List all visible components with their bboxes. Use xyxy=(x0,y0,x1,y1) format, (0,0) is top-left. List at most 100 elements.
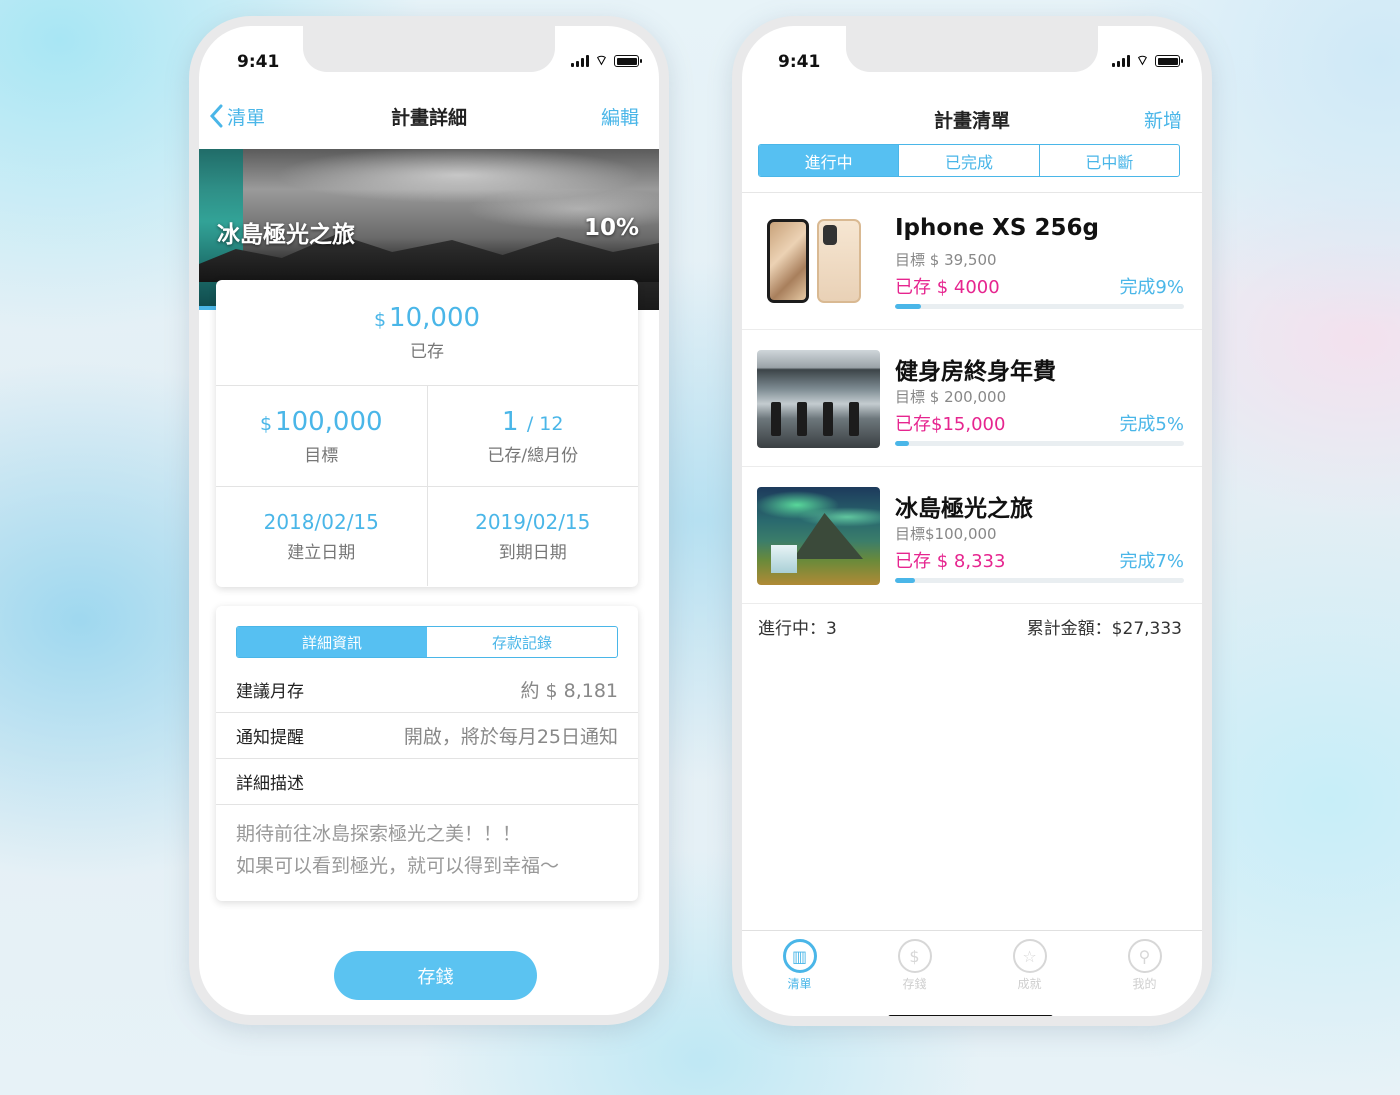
row-suggested-monthly: 建議月存 約 $ 8,181 xyxy=(216,667,638,713)
months-stat: 1 / 12 已存/總月份 xyxy=(426,386,639,486)
plan-progress-bar xyxy=(895,578,1184,583)
bike-shape xyxy=(797,402,807,436)
row-description: 詳細描述 xyxy=(216,759,638,805)
target-stat: $100,000 目標 xyxy=(216,386,427,486)
phone-back xyxy=(817,219,861,303)
status-segmented-control: 進行中 已完成 已中斷 xyxy=(758,144,1180,177)
created-label: 建立日期 xyxy=(287,543,356,563)
row-key: 建議月存 xyxy=(236,682,304,702)
target-currency: $ xyxy=(259,412,273,435)
tabbar-item-achievement[interactable]: ☆ 成就 xyxy=(972,931,1087,1006)
mountain-shape xyxy=(793,513,863,559)
detail-segmented-control: 詳細資訊 存款記錄 xyxy=(236,626,618,658)
due-stat: 2019/02/15 到期日期 xyxy=(426,487,639,586)
tabbar-item-save[interactable]: $ 存錢 xyxy=(857,931,972,1006)
summary-bar: 進行中：3 累計金額：$27,333 xyxy=(758,614,1182,639)
due-label: 到期日期 xyxy=(498,543,567,563)
tab-completed[interactable]: 已完成 xyxy=(898,145,1038,176)
bike-shape xyxy=(771,402,781,436)
description-text: 期待前往冰島探索極光之美！！！ 如果可以看到極光，就可以得到幸福～ xyxy=(236,818,559,882)
status-icons: ⌔ xyxy=(570,53,642,69)
tab-detail-info[interactable]: 詳細資訊 xyxy=(237,627,427,657)
save-money-button[interactable]: 存錢 xyxy=(334,951,537,1000)
tab-bar: ▥ 清單 $ 存錢 ☆ 成就 ⚲ 我的 xyxy=(742,930,1202,1006)
chevron-left-icon xyxy=(209,104,223,128)
plan-item-iphone[interactable]: Iphone XS 256g 目標 $ 39,500 已存 $ 4000 完成9… xyxy=(742,193,1202,330)
notch xyxy=(846,26,1098,72)
active-count: 進行中：3 xyxy=(758,619,837,639)
plan-item-iceland[interactable]: 冰島極光之旅 目標$100,000 已存 $ 8,333 完成7% xyxy=(742,467,1202,604)
bike-shape xyxy=(849,402,859,436)
plan-target: 目標$100,000 xyxy=(895,525,997,543)
bike-shape xyxy=(823,402,833,436)
add-plan-button[interactable]: 新增 xyxy=(1144,106,1182,133)
back-button[interactable]: 清單 xyxy=(209,103,265,130)
total-amount: 累計金額：$27,333 xyxy=(1026,619,1182,639)
tabbar-item-me[interactable]: ⚲ 我的 xyxy=(1087,931,1202,1006)
signal-icon xyxy=(570,55,589,67)
tabbar-item-list[interactable]: ▥ 清單 xyxy=(742,931,857,1006)
hero-percent: 10% xyxy=(583,215,639,241)
signal-icon xyxy=(1111,55,1130,67)
plan-item-gym[interactable]: 健身房終身年費 目標 $ 200,000 已存$15,000 完成5% xyxy=(742,330,1202,467)
row-notification[interactable]: 通知提醒 開啟，將於每月25日通知 xyxy=(216,713,638,759)
saved-label: 已存 xyxy=(410,342,444,362)
gym-thumbnail xyxy=(757,350,880,448)
battery-icon xyxy=(614,55,642,67)
wifi-icon: ⌔ xyxy=(1135,53,1149,69)
plan-target: 目標 $ 200,000 xyxy=(895,388,1007,406)
plan-progress-fill xyxy=(895,304,921,309)
saved-amount: $10,000 xyxy=(374,303,480,333)
iphone-xs-thumbnail xyxy=(757,213,880,311)
row-key: 通知提醒 xyxy=(236,728,304,748)
saved-currency: $ xyxy=(373,309,387,331)
detail-screen: 9:41 ⌔ 清單 計畫詳細 編輯 冰島極光之旅 10% $10,000 已存 … xyxy=(199,26,659,1015)
created-date: 2018/02/15 xyxy=(263,510,379,534)
plan-percent: 完成5% xyxy=(1119,414,1184,435)
tab-deposit-records[interactable]: 存款記錄 xyxy=(427,627,617,657)
tabbar-label: 存錢 xyxy=(902,977,927,991)
home-indicator xyxy=(888,1015,1053,1016)
list-screen: 9:41 ⌔ 計畫清單 新增 進行中 已完成 已中斷 Iphone XS 256… xyxy=(742,26,1202,1016)
list-navbar: 計畫清單 新增 xyxy=(742,99,1202,139)
plan-target: 目標 $ 39,500 xyxy=(895,251,997,269)
plan-saved: 已存 $ 4000 xyxy=(895,277,1000,298)
edit-button[interactable]: 編輯 xyxy=(601,103,639,130)
phone-frame-detail: 9:41 ⌔ 清單 計畫詳細 編輯 冰島極光之旅 10% $10,000 已存 … xyxy=(189,16,669,1025)
wifi-icon: ⌔ xyxy=(594,53,608,69)
saved-stat: $10,000 已存 xyxy=(216,280,638,386)
tab-interrupted[interactable]: 已中斷 xyxy=(1038,145,1179,176)
months-done: 1 xyxy=(502,406,519,437)
tabbar-label: 我的 xyxy=(1132,977,1157,991)
plan-percent: 完成9% xyxy=(1119,277,1184,298)
due-date: 2019/02/15 xyxy=(475,510,591,534)
stats-row-target: $100,000 目標 1 / 12 已存/總月份 xyxy=(216,386,638,487)
plan-progress-fill xyxy=(895,578,916,583)
page-title: 計畫詳細 xyxy=(390,106,467,129)
plan-progress-bar xyxy=(895,441,1184,446)
stats-card: $10,000 已存 $100,000 目標 1 / 12 已存/總月份 201… xyxy=(216,280,638,587)
row-value: 開啟，將於每月25日通知 xyxy=(403,726,618,748)
target-label: 目標 xyxy=(304,445,339,466)
tab-in-progress[interactable]: 進行中 xyxy=(759,145,899,176)
status-icons: ⌔ xyxy=(1111,53,1183,69)
months-total: / 12 xyxy=(526,412,564,435)
description-line: 期待前往冰島探索極光之美！！！ xyxy=(236,823,522,845)
phone-front xyxy=(767,219,809,303)
tabbar-label: 清單 xyxy=(787,977,812,991)
description-line: 如果可以看到極光，就可以得到幸福～ xyxy=(236,855,560,877)
plan-progress-fill xyxy=(895,441,910,446)
iceland-thumbnail xyxy=(757,487,880,585)
months-label: 已存/總月份 xyxy=(487,445,579,466)
hero-title: 冰島極光之旅 xyxy=(217,222,355,248)
stats-row-dates: 2018/02/15 建立日期 2019/02/15 到期日期 xyxy=(216,487,638,586)
plan-title: Iphone XS 256g xyxy=(895,215,1099,241)
plan-percent: 完成7% xyxy=(1119,551,1184,572)
waterfall-shape xyxy=(771,545,797,573)
back-label: 清單 xyxy=(227,106,266,129)
phone-frame-list: 9:41 ⌔ 計畫清單 新增 進行中 已完成 已中斷 Iphone XS 256… xyxy=(732,16,1212,1026)
medal-icon: ☆ xyxy=(1012,939,1047,973)
months-value: 1 / 12 xyxy=(502,407,563,437)
plan-title: 健身房終身年費 xyxy=(895,359,1056,385)
status-time: 9:41 xyxy=(237,52,280,72)
